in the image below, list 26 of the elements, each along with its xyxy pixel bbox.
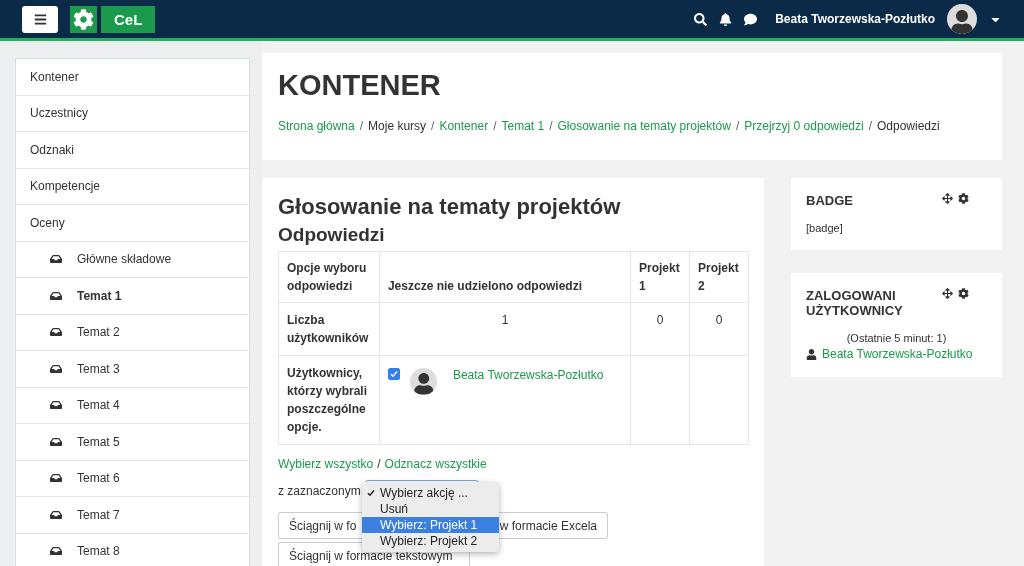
column-header: Projekt 1 [630,251,690,303]
breadcrumb-separator: / [359,119,364,133]
course-title: KONTENER [278,69,442,102]
activity-title: Głosowanie na tematy projektów [278,194,622,220]
page-path-text: Odpowiedzi [877,119,940,133]
table-cell: 1 [379,302,631,356]
block-text: [badge] [806,222,844,234]
column-header: Projekt 2 [689,251,749,303]
column-header: Jeszcze nie udzielono odpowiedzi [379,251,631,303]
breadcrumb-separator: / [735,119,740,133]
block-title: BADGE [806,193,854,208]
breadcrumb-separator: / [868,119,872,133]
breadcrumb-separator: / [431,119,435,133]
breadcrumb-separator: / [549,119,553,133]
breadcrumb-separator: / [493,119,497,133]
row-header: Użytkownicy, którzy wybrali poszczególne opcje. [278,355,380,445]
table-cell: 0 [630,302,690,356]
row-header: Liczba użytkowników [278,302,380,356]
column-header: Opcje wyboru odpowiedzi [278,251,380,303]
table-cell: 0 [689,302,749,356]
block-text: (Ostatnie 5 minut: 1) [845,332,948,344]
with-selected-label: z zaznaczonym [278,484,361,498]
section-title: Odpowiedzi [278,224,386,246]
page-path-text: Moje kursy [368,119,427,133]
link-separator: / [377,457,381,471]
block-title: ZALOGOWANI UŻYTKOWNICY [806,288,904,318]
